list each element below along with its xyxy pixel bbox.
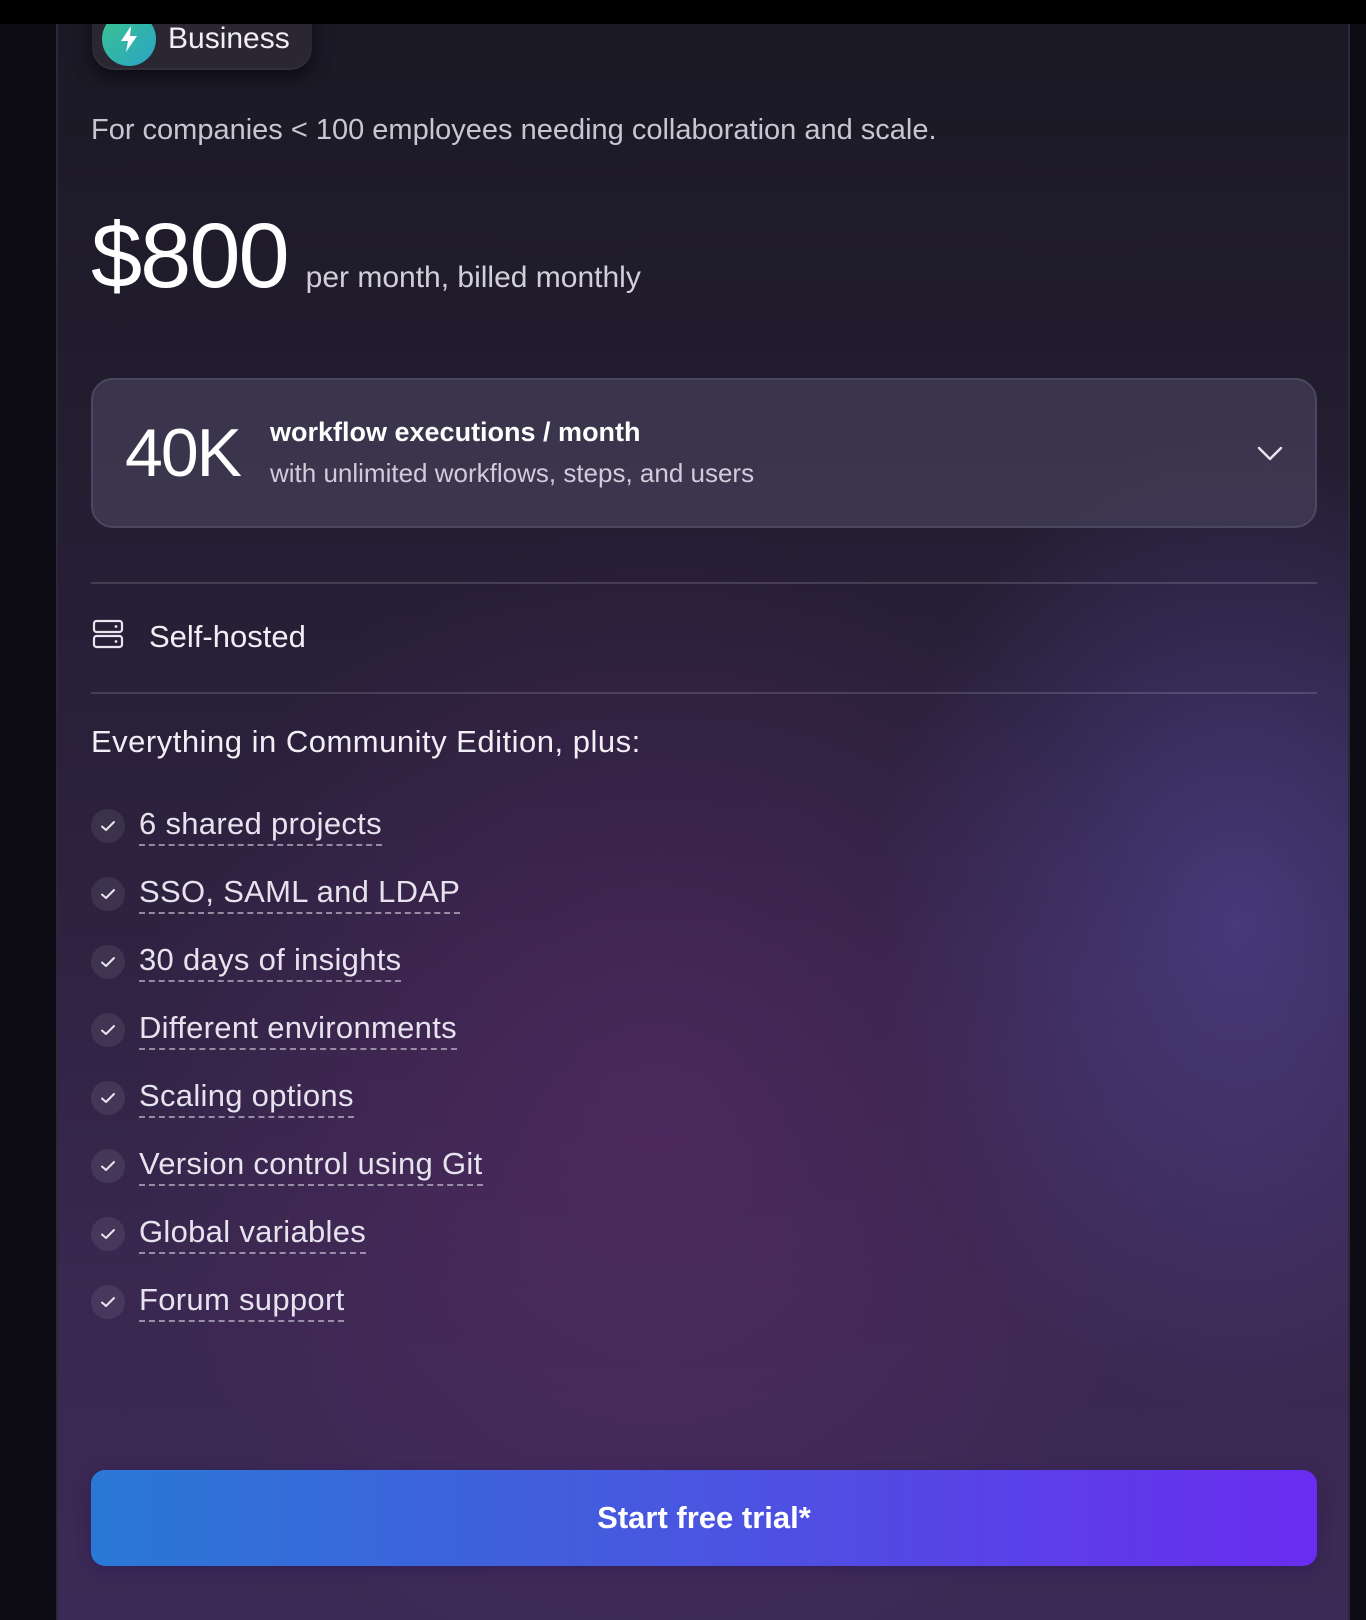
plan-badge: Business [92,24,312,70]
lightning-icon [102,24,156,66]
tier-main-label: workflow executions / month [270,417,641,447]
feature-item: Scaling options [91,1064,483,1132]
feature-label[interactable]: Version control using Git [139,1146,483,1186]
price-row: $800 per month, billed monthly [91,204,641,309]
plan-price: $800 [91,205,290,307]
browser-top-bar [0,0,1366,24]
pricing-card-business: Business For companies < 100 employees n… [56,24,1350,1620]
server-icon [91,618,125,655]
hosting-label: Self-hosted [149,618,306,654]
execution-tier-dropdown[interactable]: 40K workflow executions / month with unl… [91,378,1317,528]
divider [91,582,1317,584]
features-title: Everything in Community Edition, plus: [91,724,641,759]
check-icon [91,809,125,843]
check-icon [91,1217,125,1251]
feature-label[interactable]: Different environments [139,1010,457,1050]
feature-label[interactable]: Global variables [139,1214,367,1254]
feature-list: 6 shared projects SSO, SAML and LDAP 30 … [91,792,483,1336]
chevron-down-icon[interactable] [1255,438,1285,468]
feature-label[interactable]: 30 days of insights [139,942,402,982]
feature-label[interactable]: Forum support [139,1282,345,1322]
plan-name: Business [168,24,290,55]
check-icon [91,877,125,911]
feature-label[interactable]: Scaling options [139,1078,354,1118]
billing-period: per month, billed monthly [305,261,641,294]
feature-item: Different environments [91,996,483,1064]
feature-item: 30 days of insights [91,928,483,996]
feature-label[interactable]: SSO, SAML and LDAP [139,874,461,914]
feature-item: 6 shared projects [91,792,483,860]
check-icon [91,945,125,979]
divider [91,692,1317,694]
tier-count: 40K [125,415,242,491]
feature-item: Version control using Git [91,1132,483,1200]
feature-item: SSO, SAML and LDAP [91,860,483,928]
check-icon [91,1013,125,1047]
feature-item: Global variables [91,1200,483,1268]
check-icon [91,1285,125,1319]
tier-text: workflow executions / month with unlimit… [270,417,754,489]
check-icon [91,1149,125,1183]
tier-sub-label: with unlimited workflows, steps, and use… [270,458,755,488]
feature-item: Forum support [91,1268,483,1336]
hosting-row: Self-hosted [91,618,306,655]
feature-label[interactable]: 6 shared projects [139,806,382,846]
plan-description: For companies < 100 employees needing co… [91,114,937,146]
start-free-trial-button[interactable]: Start free trial* [91,1470,1317,1566]
check-icon [91,1081,125,1115]
